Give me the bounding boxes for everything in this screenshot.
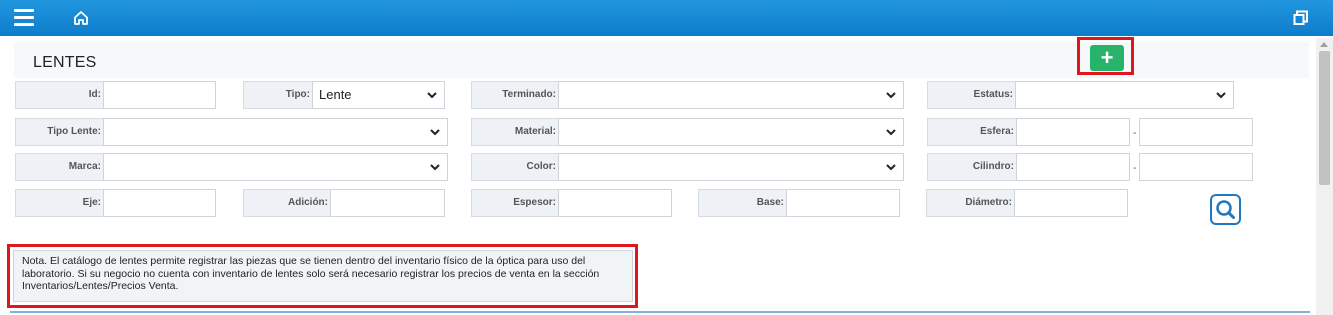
marca-select[interactable] (103, 153, 448, 181)
cilindro-to-input[interactable] (1139, 153, 1253, 181)
chevron-down-icon (886, 164, 896, 171)
vertical-scrollbar[interactable] (1316, 38, 1333, 315)
search-button[interactable] (1210, 194, 1241, 225)
espesor-label: Espesor: (471, 189, 559, 217)
chevron-down-icon (427, 92, 437, 99)
top-bar (0, 0, 1333, 36)
id-input[interactable] (103, 81, 216, 109)
page-title: LENTES (33, 54, 97, 71)
diametro-input[interactable] (1014, 189, 1128, 217)
adicion-label: Adición: (243, 189, 331, 217)
scroll-up-arrow-icon[interactable] (1320, 42, 1328, 47)
eje-label: Eje: (15, 189, 104, 217)
cilindro-from-input[interactable] (1016, 153, 1130, 181)
color-select[interactable] (558, 153, 904, 181)
esfera-to-input[interactable] (1139, 118, 1253, 146)
esfera-range-separator: - (1133, 127, 1137, 139)
material-select[interactable] (558, 118, 904, 146)
tipo-lente-label: Tipo Lente: (15, 118, 104, 146)
id-label: Id: (15, 81, 104, 109)
chevron-down-icon (430, 129, 440, 136)
estatus-select[interactable] (1015, 81, 1234, 109)
restore-window-icon[interactable] (1293, 10, 1309, 26)
esfera-label: Esfera: (927, 118, 1017, 146)
info-note: Nota. El catálogo de lentes permite regi… (13, 250, 633, 302)
color-label: Color: (471, 153, 559, 181)
note-line-3: Inventarios/Lentes/Precios Venta. (22, 280, 179, 292)
section-divider (10, 311, 1310, 313)
note-line-2: laboratorio. Si su negocio no cuenta con… (22, 267, 600, 280)
chevron-down-icon (430, 164, 440, 171)
hamburger-menu-icon[interactable] (14, 9, 34, 27)
chevron-down-icon (886, 92, 896, 99)
base-label: Base: (698, 189, 787, 217)
tipo-select[interactable]: Lente (312, 81, 445, 109)
eje-input[interactable] (103, 189, 216, 217)
magnifier-icon (1216, 200, 1235, 219)
add-button[interactable]: + (1090, 45, 1124, 71)
material-label: Material: (471, 118, 559, 146)
chevron-down-icon (886, 129, 896, 136)
espesor-input[interactable] (558, 189, 672, 217)
tipo-label: Tipo: (243, 81, 313, 109)
esfera-from-input[interactable] (1016, 118, 1130, 146)
estatus-label: Estatus: (927, 81, 1016, 109)
terminado-select[interactable] (558, 81, 904, 109)
cilindro-label: Cilindro: (927, 153, 1017, 181)
home-icon[interactable] (73, 10, 89, 26)
marca-label: Marca: (15, 153, 104, 181)
scrollbar-thumb[interactable] (1319, 51, 1330, 185)
chevron-down-icon (1216, 92, 1226, 99)
cilindro-range-separator: - (1133, 162, 1137, 174)
tipo-lente-select[interactable] (103, 118, 448, 146)
terminado-label: Terminado: (471, 81, 559, 109)
adicion-input[interactable] (330, 189, 445, 217)
note-line-1: Nota. El catálogo de lentes permite regi… (22, 255, 586, 267)
tipo-value: Lente (319, 87, 352, 102)
base-input[interactable] (786, 189, 900, 217)
diametro-label: Diámetro: (926, 189, 1015, 217)
